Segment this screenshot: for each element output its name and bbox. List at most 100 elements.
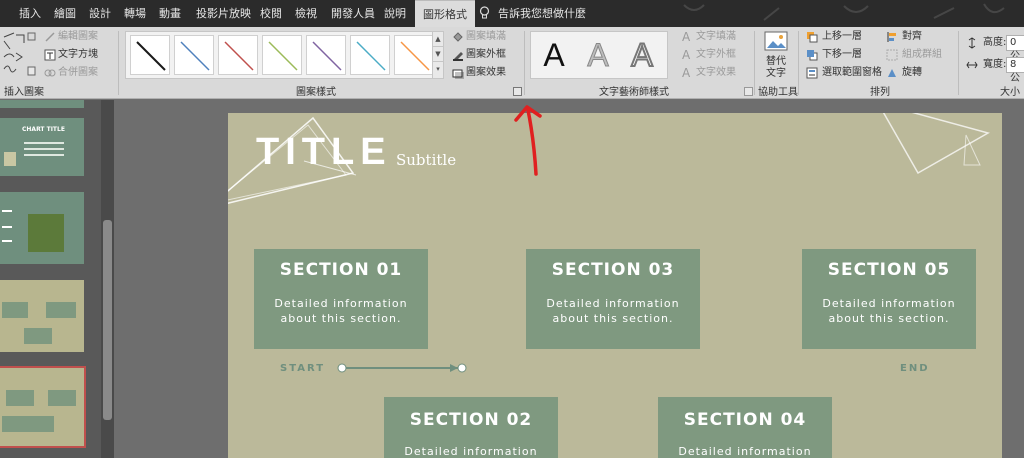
gallery-scrollbar[interactable]: ▲ ▼ ▾ [432,31,444,79]
slide-thumbnail[interactable]: CHART TITLE [0,118,84,176]
shape-style-swatch[interactable] [350,35,390,75]
thumbnail-scrollbar[interactable] [101,100,114,458]
section-body-line: Detailed information [404,445,538,458]
gallery-down-icon[interactable]: ▼ [433,47,443,62]
slide-title[interactable]: TITLE [256,131,392,174]
wordart-style-outline[interactable]: A [621,34,663,76]
text-box-icon [44,49,56,61]
separator [118,31,119,95]
tab-review[interactable]: 校閱 [260,0,282,27]
tab-help[interactable]: 說明 [384,0,406,27]
wordart-group-label: 文字藝術師樣式 [599,87,669,98]
section-title: SECTION 03 [551,260,675,280]
slide-canvas[interactable]: TITLE Subtitle SECTION 01 Detailed infor… [228,113,1002,458]
section-card[interactable]: SECTION 05 Detailed information about thi… [802,249,976,349]
slide-subtitle[interactable]: Subtitle [396,151,456,169]
section-body-line: Detailed information [822,297,956,310]
width-icon [966,61,978,69]
text-fill-icon: A [682,30,691,44]
slide-thumbnail[interactable] [0,100,84,108]
text-effects-icon: A [682,66,691,80]
size-group-label: 大小 [1000,87,1020,98]
send-backward-button[interactable]: 下移一層 [822,49,862,61]
bring-forward-button[interactable]: 上移一層 [822,31,862,43]
pencil-outline-icon [453,52,463,61]
tab-slideshow[interactable]: 投影片放映 [196,0,251,27]
tab-design[interactable]: 設計 [89,0,111,27]
text-outline-button[interactable]: 文字外框 [696,49,736,61]
shape-styles-group-label: 圖案樣式 [296,87,336,98]
rotate-icon [888,69,896,77]
thumbnail-card [2,302,28,318]
section-card[interactable]: SECTION 01 Detailed information about thi… [254,249,428,349]
merge-shapes-button[interactable]: 合併圖案 [58,67,98,79]
gallery-more-icon[interactable]: ▾ [433,62,443,77]
rotate-button[interactable]: 旋轉 [902,67,922,79]
wordart-styles-gallery[interactable]: A A A [530,31,668,79]
thumbnail-card [48,390,76,406]
tab-insert[interactable]: 插入 [19,0,41,27]
shape-style-swatch[interactable] [130,35,170,75]
section-body-line: about this section. [552,312,674,325]
lightbulb-icon [479,6,490,19]
tell-me-search[interactable]: 告訴我您想做什麼 [498,0,586,27]
section-card[interactable]: SECTION 02 Detailed information [384,397,558,458]
group-button[interactable]: 組成群組 [902,49,942,61]
selection-pane-button[interactable]: 選取範圍窗格 [822,67,882,79]
width-label: 寬度: [983,59,1007,70]
shape-styles-gallery[interactable] [125,31,443,79]
tab-transitions[interactable]: 轉場 [124,0,146,27]
shape-style-swatch[interactable] [218,35,258,75]
shape-style-swatch[interactable] [394,35,434,75]
edit-shape-button[interactable]: 編輯圖案 [58,31,98,43]
shapes-gallery-icon[interactable] [2,31,36,77]
thumbnail-text-line [2,210,12,212]
scrollbar-thumb[interactable] [103,220,112,420]
slide-thumbnail-selected[interactable] [0,366,86,448]
width-input[interactable]: 8 公 [1006,57,1024,84]
shape-style-swatch[interactable] [262,35,302,75]
separator [754,31,755,95]
tab-view[interactable]: 檢視 [295,0,317,27]
insert-shapes-group-label: 插入圖案 [4,87,44,98]
workspace-margin [1002,100,1024,458]
alt-text-button-line2[interactable]: 文字 [766,68,786,80]
shape-fill-button[interactable]: 圖案填滿 [466,31,506,43]
arrange-group-label: 排列 [870,87,890,98]
thumbnail-text-line [24,142,64,144]
text-effects-button[interactable]: 文字效果 [696,67,736,79]
thumbnail-text-line [24,148,64,150]
alt-text-button-line1[interactable]: 替代 [766,56,786,68]
edit-shape-icon [45,32,55,42]
tab-shape-format[interactable]: 圖形格式 [415,0,475,27]
text-box-button[interactable]: 文字方塊 [58,49,98,61]
shape-style-swatch[interactable] [306,35,346,75]
shape-effects-icon [452,69,464,79]
dialog-launcher-icon[interactable] [513,87,522,96]
send-backward-icon [807,50,818,61]
bring-forward-icon [807,32,818,43]
dialog-launcher-icon[interactable] [744,87,753,96]
shape-style-swatch[interactable] [174,35,214,75]
ribbon: 編輯圖案 文字方塊 合併圖案 插入圖案 ▲ ▼ ▾ 圖案填滿 圖案外框 圖案效果… [0,27,1024,99]
align-button[interactable]: 對齊 [902,31,922,43]
shape-effects-button[interactable]: 圖案效果 [466,67,506,79]
wordart-style-plain[interactable]: A [533,34,575,76]
slide-thumbnail[interactable] [0,192,84,264]
slide-thumbnail[interactable] [0,280,84,352]
shape-outline-button[interactable]: 圖案外框 [466,49,506,61]
tab-animations[interactable]: 動畫 [159,0,181,27]
section-card[interactable]: SECTION 03 Detailed information about thi… [526,249,700,349]
annotation-arrow-icon [514,105,542,176]
section-card[interactable]: SECTION 04 Detailed information [658,397,832,458]
tab-developer[interactable]: 開發人員 [331,0,375,27]
height-icon [968,37,976,49]
gallery-up-icon[interactable]: ▲ [433,32,443,47]
text-fill-button[interactable]: 文字填滿 [696,31,736,43]
section-body-line: about this section. [280,312,402,325]
timeline-end-label: END [900,363,930,374]
alt-text-icon[interactable] [764,31,788,53]
wordart-style-gray[interactable]: A [577,34,619,76]
tab-draw[interactable]: 繪圖 [54,0,76,27]
height-input[interactable]: 0 公 [1006,35,1024,62]
